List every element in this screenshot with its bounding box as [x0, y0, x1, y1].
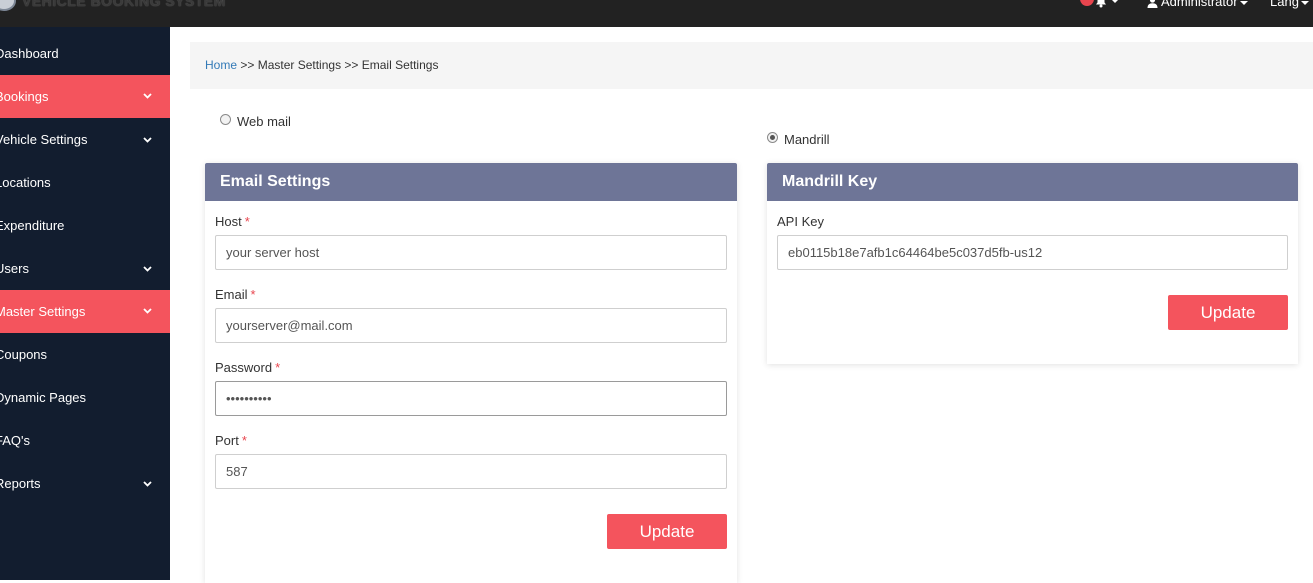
email-label: Email *	[215, 287, 256, 302]
sidebar-item-label: Locations	[0, 175, 51, 190]
chevron-down-icon	[1111, 0, 1119, 3]
port-label: Port *	[215, 433, 247, 448]
password-label: Password *	[215, 360, 281, 375]
chevron-down-icon	[143, 266, 152, 272]
api-key-input[interactable]	[777, 235, 1288, 270]
sidebar-item-locations[interactable]: Locations	[0, 166, 170, 199]
chevron-down-icon	[1239, 0, 1248, 5]
sidebar-item-label: FAQ's	[0, 433, 30, 448]
sidebar-item-label: Expenditure	[0, 218, 65, 233]
email-settings-panel: Email Settings Host* Email* Password* Po…	[205, 163, 737, 583]
host-input[interactable]	[215, 235, 727, 270]
chevron-down-icon	[1300, 0, 1309, 5]
email-update-button[interactable]: Update	[607, 514, 727, 549]
email-input[interactable]	[215, 308, 727, 343]
user-name: Administrator	[1161, 0, 1238, 9]
mandrill-radio[interactable]	[767, 132, 778, 143]
language-label: Lang	[1270, 0, 1299, 9]
sidebar-item-users[interactable]: Users	[0, 252, 170, 285]
sidebar-item-dashboard[interactable]: Dashboard	[0, 37, 170, 70]
sidebar-item-coupons[interactable]: Coupons	[0, 338, 170, 371]
password-input[interactable]	[215, 381, 727, 416]
chevron-down-icon	[143, 137, 152, 143]
sidebar-item-label: Master Settings	[0, 304, 86, 319]
webmail-radio[interactable]	[220, 114, 231, 125]
app-brand[interactable]: VEHICLE BOOKING SYSTEM	[22, 0, 226, 9]
webmail-radio-label[interactable]: Web mail	[237, 114, 291, 129]
sidebar-item-reports[interactable]: Reports	[0, 467, 170, 500]
breadcrumb-trail: >> Master Settings >> Email Settings	[237, 58, 439, 72]
sidebar-item-label: Reports	[0, 476, 41, 491]
top-navbar: VEHICLE BOOKING SYSTEM Administrator Lan…	[0, 0, 1313, 27]
sidebar-item-vehicle-settings[interactable]: Vehicle Settings	[0, 123, 170, 156]
notifications-dropdown[interactable]	[1080, 0, 1120, 10]
port-input[interactable]	[215, 454, 727, 489]
sidebar-item-label: Dynamic Pages	[0, 390, 87, 405]
main-content: Home >> Master Settings >> Email Setting…	[170, 27, 1313, 583]
sidebar-item-expenditure[interactable]: Expenditure	[0, 209, 170, 242]
mandrill-update-button[interactable]: Update	[1168, 295, 1288, 330]
sidebar-item-label: Dashboard	[0, 46, 59, 61]
sidebar-item-bookings[interactable]: Bookings	[0, 75, 170, 118]
mandrill-radio-label[interactable]: Mandrill	[784, 132, 830, 147]
api-key-label: API Key	[777, 214, 824, 229]
chevron-down-icon	[143, 93, 152, 99]
chevron-down-icon	[143, 308, 152, 314]
mandrill-key-title: Mandrill Key	[767, 163, 1298, 201]
mandrill-key-panel: Mandrill Key API Key Update	[767, 163, 1298, 364]
breadcrumb-home-link[interactable]: Home	[205, 58, 237, 72]
host-label: Host *	[215, 214, 250, 229]
language-menu[interactable]: Lang	[1270, 0, 1309, 10]
user-icon	[1147, 0, 1158, 9]
sidebar-item-label: Bookings	[0, 89, 49, 104]
sidebar-item-label: Users	[0, 261, 29, 276]
notification-badge	[1080, 0, 1094, 6]
user-menu[interactable]: Administrator	[1147, 0, 1248, 10]
bell-icon	[1096, 0, 1106, 8]
sidebar-item-faqs[interactable]: FAQ's	[0, 424, 170, 457]
logo-icon	[0, 0, 16, 11]
breadcrumb: Home >> Master Settings >> Email Setting…	[190, 42, 1313, 89]
chevron-down-icon	[143, 481, 152, 487]
sidebar-item-label: Coupons	[0, 347, 48, 362]
sidebar-item-dynamic-pages[interactable]: Dynamic Pages	[0, 381, 170, 414]
email-settings-title: Email Settings	[205, 163, 737, 201]
sidebar: Dashboard Bookings Vehicle Settings Loca…	[0, 27, 170, 580]
sidebar-item-master-settings[interactable]: Master Settings	[0, 290, 170, 333]
sidebar-item-label: Vehicle Settings	[0, 132, 88, 147]
